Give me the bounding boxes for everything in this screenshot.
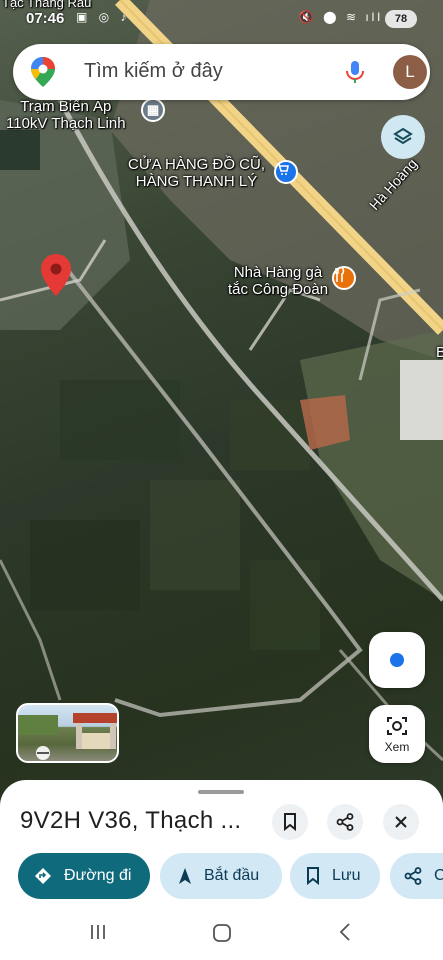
street-view-image	[18, 713, 117, 760]
label-substation[interactable]: Trạm Biến Áp 110kV Thạch Linh	[6, 98, 126, 132]
share-chip-button[interactable]: C	[390, 853, 443, 899]
save-button[interactable]: Lưu	[290, 853, 380, 899]
system-navigation-bar	[0, 910, 443, 960]
search-bar[interactable]: Tìm kiếm ở đây L	[13, 44, 430, 100]
label-restaurant-line1: Nhà Hàng gà	[233, 264, 323, 281]
label-restaurant[interactable]: Nhà Hàng gà tắc Công Đoàn	[228, 264, 328, 298]
camera-lens-icon	[387, 716, 407, 735]
share-icon	[336, 813, 354, 831]
status-time: 07:46	[26, 10, 65, 27]
share-button[interactable]	[327, 804, 363, 840]
start-label: Bắt đầu	[204, 867, 260, 884]
label-store[interactable]: CỬA HÀNG ĐỒ CŨ, HÀNG THANH LÝ	[128, 156, 265, 190]
notification-icons: ▣ ◎ ♪	[76, 10, 131, 24]
system-icons: 🔇 ⬤ ≋ ıll	[298, 10, 383, 24]
lens-button[interactable]: Xem	[369, 705, 425, 763]
close-icon	[395, 816, 407, 828]
search-placeholder[interactable]: Tìm kiếm ở đây	[84, 60, 223, 83]
start-button[interactable]: Bắt đầu	[160, 853, 282, 899]
location-dot-icon	[390, 653, 404, 667]
label-edge: B	[436, 344, 443, 361]
directions-icon	[35, 868, 51, 884]
street-view-thumbnail[interactable]	[16, 703, 119, 763]
microphone-icon[interactable]	[341, 58, 369, 86]
building-icon[interactable]: ▦	[141, 98, 165, 122]
navigation-arrow-icon	[179, 868, 191, 884]
place-title: 9V2H V36, Thạch ...	[20, 807, 242, 834]
my-location-button[interactable]	[369, 632, 425, 688]
battery-icon: 78	[385, 10, 417, 28]
restaurant-icon[interactable]	[332, 266, 356, 290]
directions-label: Đường đi	[64, 867, 132, 884]
avatar[interactable]: L	[393, 55, 427, 89]
label-substation-line2: 110kV Thạch Linh	[6, 115, 126, 132]
status-bar: 07:46 ▣ ◎ ♪ 🔇 ⬤ ≋ ıll 78	[0, 0, 443, 38]
label-store-line2: HÀNG THANH LÝ	[135, 173, 258, 190]
sheet-drag-handle[interactable]	[198, 790, 244, 794]
maps-logo-icon	[31, 57, 55, 87]
recent-apps-icon[interactable]	[88, 922, 108, 942]
shopping-cart-icon[interactable]	[274, 160, 298, 184]
layers-button[interactable]	[381, 115, 425, 159]
label-substation-line1: Trạm Biến Áp	[20, 98, 112, 115]
bookmark-icon	[307, 867, 319, 885]
close-button[interactable]	[383, 804, 419, 840]
label-store-line1: CỬA HÀNG ĐỒ CŨ,	[128, 156, 265, 173]
share-icon	[404, 867, 422, 885]
bookmark-button[interactable]	[272, 804, 308, 840]
home-icon[interactable]	[211, 922, 233, 944]
lens-label: Xem	[384, 739, 410, 754]
save-label: Lưu	[332, 867, 361, 884]
layers-icon	[393, 127, 413, 145]
back-icon[interactable]	[337, 922, 353, 942]
directions-button[interactable]: Đường đi	[18, 853, 150, 899]
bookmark-icon	[284, 813, 296, 831]
share-chip-label: C	[434, 867, 443, 884]
location-pin-icon[interactable]	[40, 254, 72, 298]
label-restaurant-line2: tắc Công Đoàn	[228, 281, 329, 298]
